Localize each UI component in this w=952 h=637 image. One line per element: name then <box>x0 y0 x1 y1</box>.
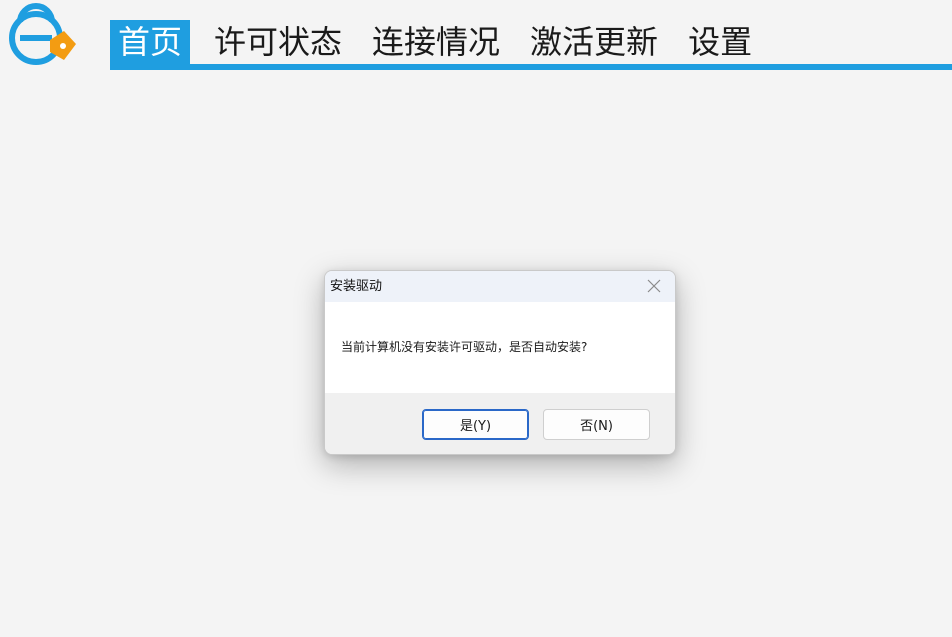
no-button[interactable]: 否(N) <box>543 409 650 440</box>
tab-activation-update[interactable]: 激活更新 <box>524 20 664 65</box>
main-nav: 首页 许可状态 连接情况 激活更新 设置 <box>110 20 952 70</box>
tab-license-status[interactable]: 许可状态 <box>208 20 348 65</box>
dialog-footer: 是(Y) 否(N) <box>325 393 675 454</box>
tab-connection[interactable]: 连接情况 <box>366 20 506 65</box>
nav-tabs: 首页 许可状态 连接情况 激活更新 设置 <box>110 20 776 65</box>
close-icon[interactable] <box>647 279 661 293</box>
lock-badge-icon <box>9 3 76 65</box>
tab-home[interactable]: 首页 <box>110 20 191 65</box>
dialog-titlebar: 安装驱动 <box>325 271 675 302</box>
yes-button[interactable]: 是(Y) <box>422 409 529 440</box>
tab-settings[interactable]: 设置 <box>682 20 758 65</box>
dialog-title: 安装驱动 <box>330 279 383 294</box>
dialog-body: 当前计算机没有安装许可驱动，是否自动安装? <box>325 302 675 393</box>
install-driver-dialog: 安装驱动 当前计算机没有安装许可驱动，是否自动安装? 是(Y) 否(N) <box>324 270 676 455</box>
nav-underline <box>110 64 952 70</box>
dialog-message: 当前计算机没有安装许可驱动，是否自动安装? <box>341 340 588 354</box>
app-window: 首页 许可状态 连接情况 激活更新 设置 安装驱动 当前计算机没有安装许可驱动，… <box>0 0 952 637</box>
